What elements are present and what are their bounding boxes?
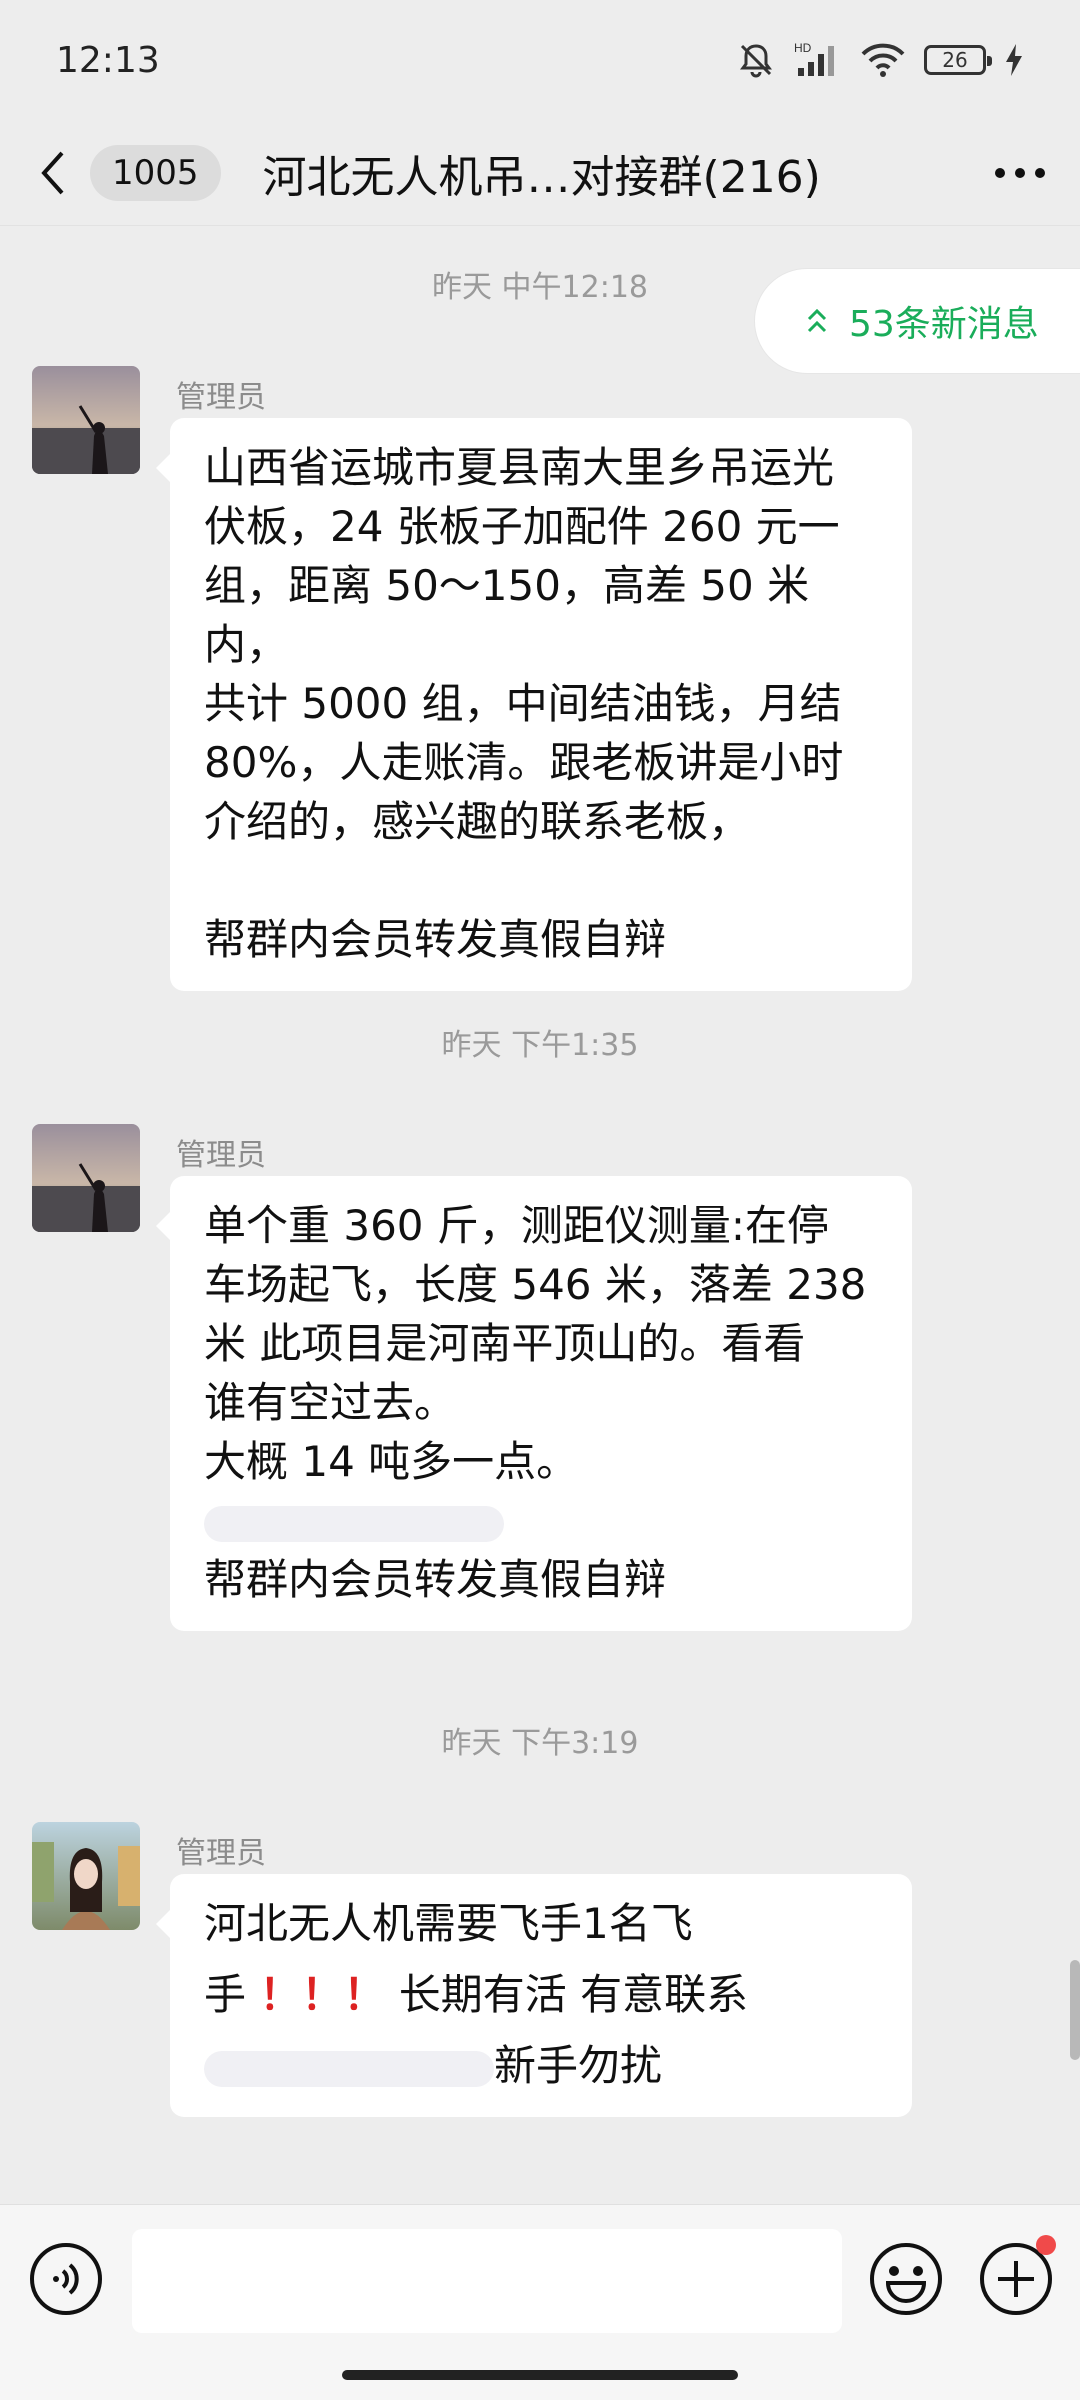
status-bar: 12:13 HD 26 [0, 0, 1080, 120]
message-line: 新手勿扰 [204, 2036, 878, 2095]
signal-icon: HD [794, 41, 834, 76]
notification-dot [1036, 2235, 1056, 2255]
scrollbar[interactable] [1070, 1960, 1080, 2060]
home-indicator[interactable] [342, 2370, 738, 2380]
new-messages-label: 53条新消息 [849, 304, 1039, 345]
message-text: 长期有活 有意联系 [398, 1970, 749, 2019]
blurred-line [204, 1491, 878, 1550]
unread-count-badge[interactable]: 1005 [90, 144, 221, 201]
message-line: 单个重 360 斤，测距仪测量:在停 [204, 1201, 830, 1250]
message-bubble[interactable]: 河北无人机需要飞手1名飞 手 ！！！ 长期有活 有意联系 新手勿扰 [156, 1874, 912, 2117]
message-bubble[interactable]: 单个重 360 斤，测距仪测量:在停 车场起飞，长度 546 米，落差 238 … [156, 1176, 912, 1631]
sender-name: 管理员 [176, 380, 266, 415]
avatar[interactable] [32, 366, 140, 474]
sender-name: 管理员 [176, 1138, 266, 1173]
message-line: 山西省运城市夏县南大里乡吊运光 [204, 443, 835, 492]
avatar-sunset-image [32, 366, 140, 474]
avatar-sunset-image [32, 1124, 140, 1232]
message-text: 无人机需要飞手1名飞 [288, 1899, 693, 1948]
mute-bell-icon [740, 44, 772, 78]
message-input[interactable] [132, 2229, 842, 2333]
double-chevron-up-icon [807, 308, 827, 333]
charging-bolt-icon [1006, 44, 1022, 76]
avatar[interactable] [32, 1822, 140, 1930]
message-footer: 帮群内会员转发真假自辩 [204, 915, 667, 964]
message-text: 手 [204, 1970, 247, 2019]
message-timestamp: 昨天 下午3:19 [441, 1726, 639, 1761]
message-line: 伏板，24 张板子加配件 260 元一 [204, 502, 840, 551]
message-line: 河北无人机需要飞手1名飞 [204, 1894, 878, 1953]
back-button[interactable] [38, 143, 78, 203]
blurred-text [204, 2050, 494, 2087]
message-text: 新手勿扰 [494, 2041, 663, 2090]
new-messages-button[interactable]: 53条新消息 [754, 268, 1080, 374]
message-line: 组，距离 50～150，高差 50 米内， [204, 561, 810, 669]
emoji-button[interactable] [868, 2241, 944, 2317]
voice-icon [30, 2243, 102, 2315]
message-line: 大概 14 吨多一点。 [204, 1437, 579, 1486]
message-line: 谁有空过去。 [204, 1378, 457, 1427]
message-bubble[interactable]: 山西省运城市夏县南大里乡吊运光 伏板，24 张板子加配件 260 元一 组，距离… [156, 418, 912, 991]
voice-input-button[interactable] [28, 2241, 104, 2317]
chat-screen: 12:13 HD 26 1005 河北无人机吊…对接群(216) 昨天 中午12… [0, 0, 1080, 2400]
message-text: 河北 [204, 1899, 289, 1948]
chat-title: 河北无人机吊…对接群(216) [262, 151, 821, 203]
avatar[interactable] [32, 1124, 140, 1232]
status-icons: HD 26 [736, 40, 1024, 80]
more-button[interactable] [990, 143, 1050, 203]
wifi-icon [861, 43, 905, 77]
message-line: 80%，人走账清。跟老板讲是小时 [204, 738, 844, 787]
exclamation-marks: ！！！ [259, 1970, 386, 2019]
avatar-portrait-image [32, 1822, 140, 1930]
message-line: 共计 5000 组，中间结油钱，月结 [204, 679, 842, 728]
sender-name: 管理员 [176, 1836, 266, 1871]
message-line: 手 ！！！ 长期有活 有意联系 [204, 1965, 878, 2024]
message-line: 介绍的，感兴趣的联系老板， [204, 797, 751, 846]
svg-text:HD: HD [794, 41, 812, 55]
emoji-icon [870, 2243, 942, 2315]
chevron-left-icon [41, 151, 64, 194]
message-line: 车场起飞，长度 546 米，落差 238 [204, 1260, 867, 1309]
battery-icon: 26 [924, 45, 992, 75]
more-dots-icon [995, 167, 1045, 178]
battery-level: 26 [942, 48, 968, 72]
message-timestamp: 昨天 下午1:35 [441, 1028, 639, 1063]
message-footer: 帮群内会员转发真假自辩 [204, 1555, 667, 1604]
chat-header: 1005 河北无人机吊…对接群(216) [0, 120, 1080, 226]
message-line: 米 此项目是河南平顶山的。看看 [204, 1319, 806, 1368]
status-time: 12:13 [56, 39, 160, 81]
